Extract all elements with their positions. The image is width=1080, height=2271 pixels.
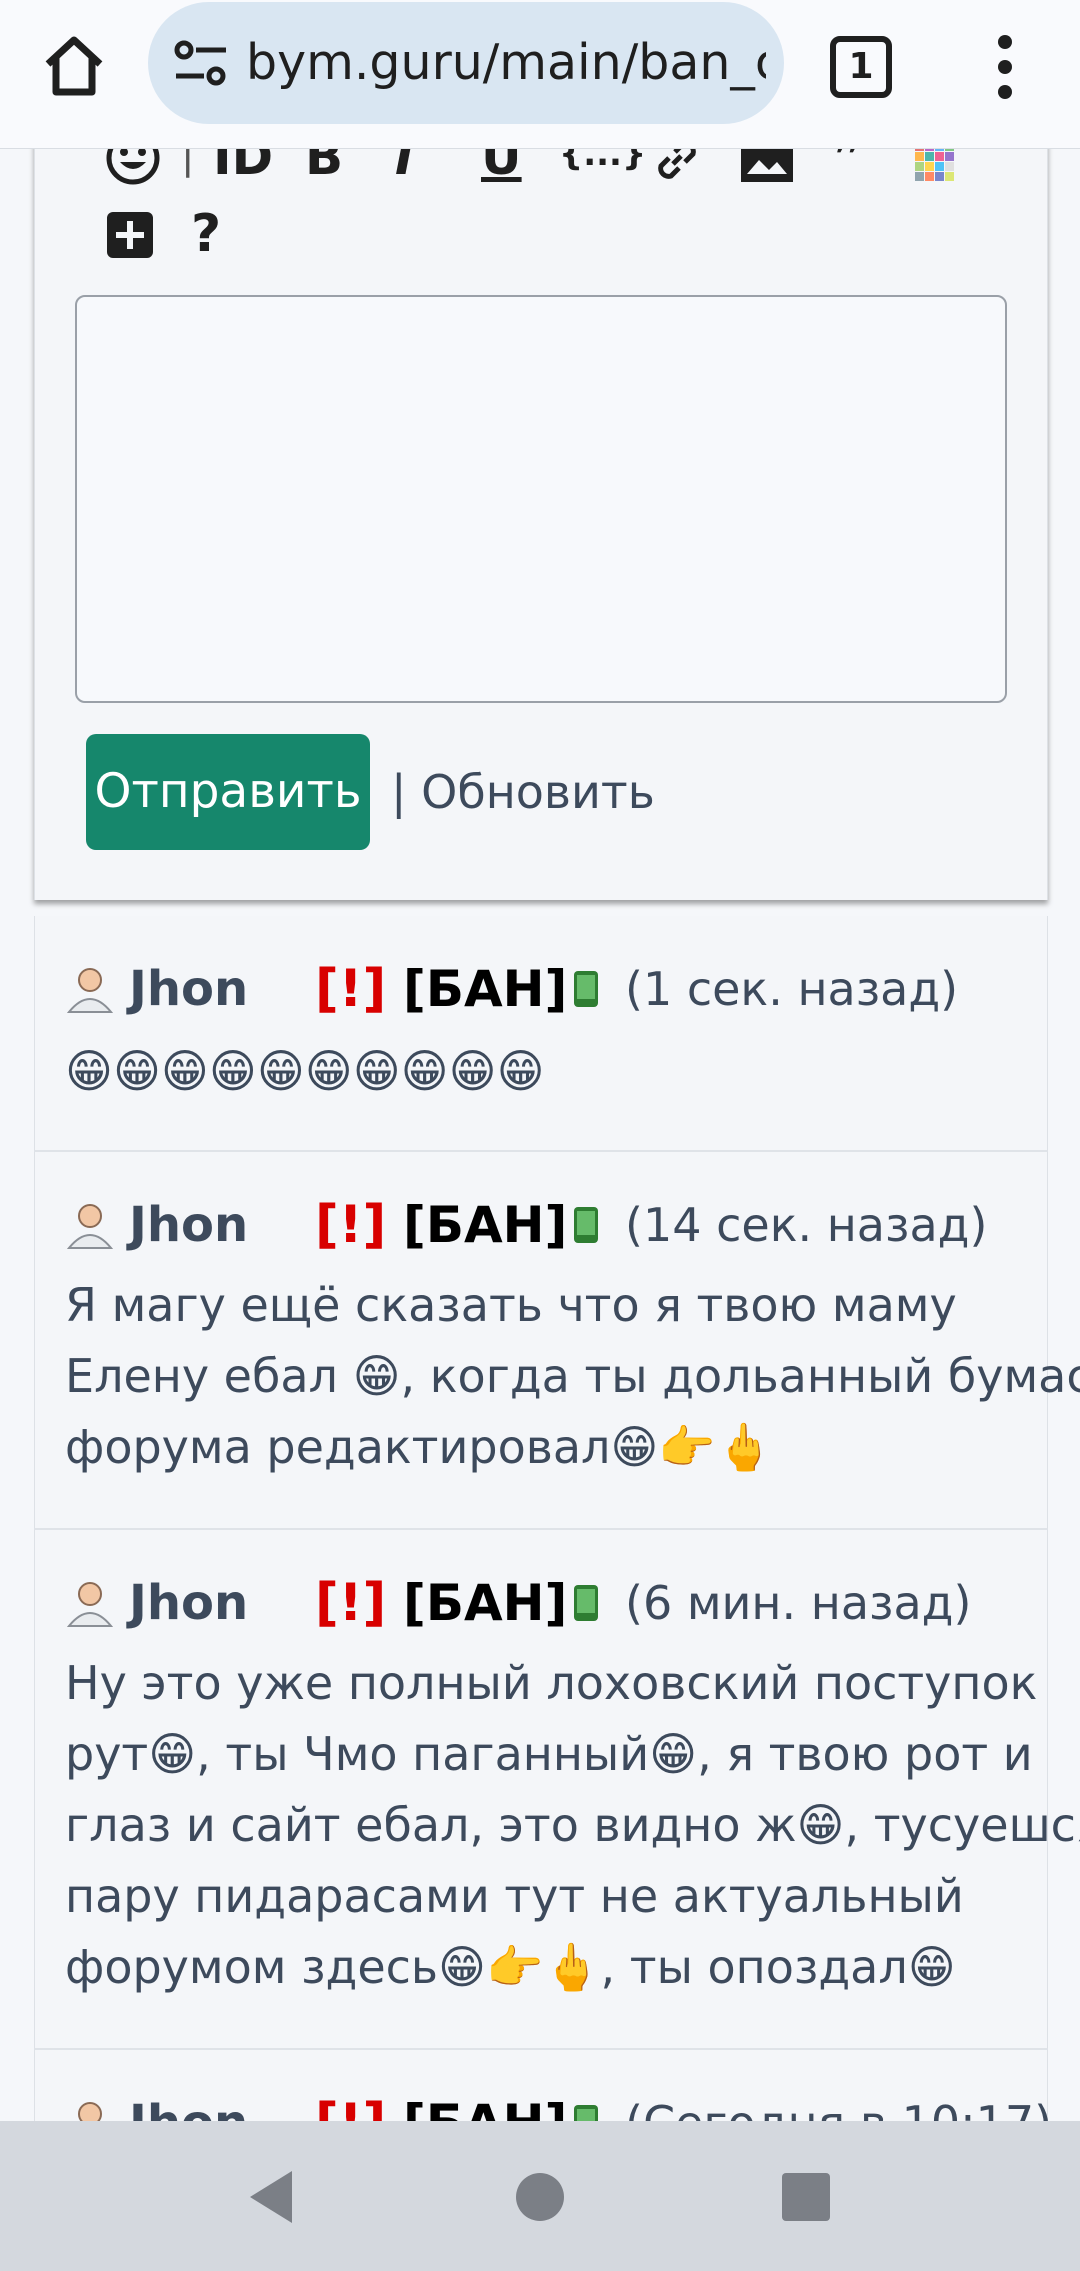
ban-badge: [БАН] bbox=[403, 1196, 568, 1254]
system-nav-bar bbox=[0, 2121, 1080, 2271]
url-text[interactable]: bym.guru/main/ban_ch bbox=[246, 30, 766, 96]
message-textarea[interactable] bbox=[75, 295, 1007, 703]
browser-toolbar: bym.guru/main/ban_ch 1 bbox=[0, 0, 1080, 149]
chat-message: Jhon [!] [БАН] (6 мин. назад) Ну это уже… bbox=[34, 1530, 1080, 2050]
message-line: форума редактировал😁👉🖕 bbox=[65, 1420, 773, 1474]
message-line: 😁😁😁😁😁😁😁😁😁😁 bbox=[65, 1044, 545, 1098]
tune-icon[interactable] bbox=[172, 38, 230, 88]
user-avatar-icon[interactable] bbox=[65, 964, 115, 1014]
warning-badge: [!] bbox=[315, 1195, 387, 1255]
message-line: форумом здесь😁👉🖕, ты опоздал😁 bbox=[65, 1940, 956, 1994]
home-icon[interactable] bbox=[38, 30, 110, 102]
refresh-link[interactable]: | Обновить bbox=[391, 762, 655, 822]
author-link[interactable]: Jhon bbox=[129, 1190, 248, 1260]
message-time: (1 сек. назад) bbox=[625, 962, 959, 1016]
home-circle-icon[interactable] bbox=[516, 2173, 564, 2221]
chat-message: Jhon [!] [БАН] (1 сек. назад) 😁😁😁😁😁😁😁😁😁😁 bbox=[34, 916, 1048, 1152]
message-text: 😁😁😁😁😁😁😁😁😁😁 bbox=[65, 1036, 1055, 1107]
chat-message: Jhon [!] [БАН] (14 сек. назад) Я магу ещ… bbox=[34, 1152, 1080, 1530]
ban-badge: [БАН] bbox=[403, 1574, 568, 1632]
user-avatar-icon[interactable] bbox=[65, 1200, 115, 1250]
user-avatar-icon[interactable] bbox=[65, 1578, 115, 1628]
tab-switcher-button[interactable]: 1 bbox=[830, 36, 892, 98]
author-link[interactable]: Jhon bbox=[129, 954, 248, 1024]
message-time: (14 сек. назад) bbox=[625, 1198, 988, 1252]
message-text: Я магу ещё сказать что я твою маму Елену… bbox=[65, 1270, 1080, 1483]
message-time: (6 мин. назад) bbox=[625, 1576, 972, 1630]
recents-icon[interactable] bbox=[782, 2173, 830, 2221]
message-text: Ну это уже полный лоховский поступок рут… bbox=[65, 1648, 1080, 2003]
message-line: пару пидарасами тут не актуальный bbox=[65, 1869, 964, 1923]
back-icon[interactable] bbox=[246, 2169, 296, 2225]
message-line: глаз и сайт ебал, это видно ж😁, тусуешся bbox=[65, 1798, 1080, 1852]
message-line: Елену ебал 😁, когда ты дольанный бумас bbox=[65, 1349, 1080, 1403]
plus-icon[interactable] bbox=[107, 212, 153, 258]
address-bar[interactable]: bym.guru/main/ban_ch bbox=[148, 2, 784, 124]
mobile-device-icon bbox=[574, 1585, 598, 1621]
message-line: рут😁, ты Чмо паганный😁, я твою рот и bbox=[65, 1727, 1033, 1781]
mobile-device-icon bbox=[574, 971, 598, 1007]
warning-badge: [!] bbox=[315, 1573, 387, 1633]
help-icon[interactable]: ? bbox=[191, 204, 221, 264]
author-link[interactable]: Jhon bbox=[129, 1568, 248, 1638]
ban-badge: [БАН] bbox=[403, 960, 568, 1018]
mobile-device-icon bbox=[574, 1207, 598, 1243]
message-line: Ну это уже полный лоховский поступок bbox=[65, 1656, 1038, 1710]
warning-badge: [!] bbox=[315, 959, 387, 1019]
kebab-menu-icon[interactable] bbox=[990, 34, 1020, 100]
send-button[interactable]: Отправить bbox=[86, 734, 370, 850]
message-line: Я магу ещё сказать что я твою маму bbox=[65, 1278, 957, 1332]
